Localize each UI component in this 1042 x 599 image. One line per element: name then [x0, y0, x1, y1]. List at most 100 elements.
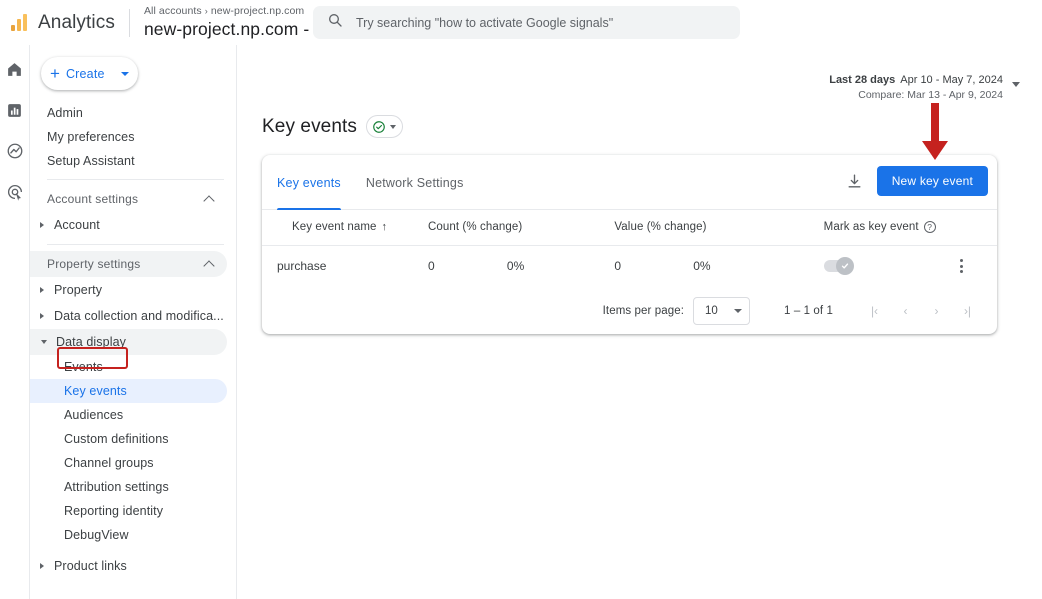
- sidebar-divider: [47, 179, 224, 180]
- sidebar-item-label: Audiences: [64, 408, 124, 422]
- cell-row-actions: [960, 245, 997, 287]
- sidebar-section-label: Account settings: [47, 192, 139, 206]
- brand-divider: [128, 8, 130, 37]
- sidebar-item-label: Attribution settings: [64, 480, 169, 494]
- column-label: Count (% change): [427, 221, 523, 234]
- first-page-button[interactable]: |‹: [859, 295, 890, 326]
- cell-value-change: 0%: [693, 259, 711, 274]
- cell-mark-as-key-event: [823, 245, 960, 287]
- top-bar: Analytics All accounts › new-project.np.co…: [0, 0, 1042, 45]
- page-header: Key events: [262, 115, 403, 138]
- sidebar-item-account[interactable]: Account: [30, 212, 227, 238]
- pagination: Items per page: 10 1 – 1 of 1 |‹ ‹ › ›|: [262, 287, 997, 334]
- breadcrumb-all-accounts[interactable]: All accounts: [144, 5, 202, 17]
- triangle-down-icon: [41, 340, 47, 344]
- toggle-knob: [835, 257, 854, 276]
- table-row[interactable]: purchase 0 0% 0 0%: [262, 245, 997, 287]
- items-per-page-label: Items per page:: [602, 304, 685, 317]
- sidebar-item-setup-assistant[interactable]: Setup Assistant: [30, 149, 236, 173]
- key-events-card: Key events Network Settings New key even…: [262, 155, 997, 334]
- analytics-logo: [0, 0, 38, 45]
- triangle-right-icon: [40, 563, 44, 569]
- plus-icon: +: [50, 64, 60, 83]
- date-range-selector[interactable]: Last 28 days Apr 10 - May 7, 2024 Compare…: [829, 73, 1020, 102]
- date-range-preset: Last 28 days: [829, 74, 896, 86]
- new-key-event-button[interactable]: New key event: [876, 166, 988, 196]
- download-icon[interactable]: [846, 173, 863, 190]
- date-range-text: Last 28 days Apr 10 - May 7, 2024 Compare…: [829, 73, 1003, 102]
- chevron-down-icon: [1012, 82, 1020, 87]
- sidebar-item-reporting-identity[interactable]: Reporting identity: [30, 499, 227, 523]
- column-label: Value (% change): [614, 221, 707, 234]
- create-button[interactable]: + Create: [41, 57, 138, 90]
- sidebar-item-data-collection[interactable]: Data collection and modifica...: [30, 303, 227, 329]
- mark-as-key-event-toggle[interactable]: [823, 257, 854, 276]
- sidebar-item-my-preferences[interactable]: My preferences: [30, 125, 236, 149]
- tab-label: Network Settings: [365, 175, 464, 190]
- sidebar-item-label: Account: [54, 218, 100, 232]
- sidebar-item-label: Events: [64, 360, 103, 374]
- sidebar-item-custom-definitions[interactable]: Custom definitions: [30, 427, 227, 451]
- tab-network-settings[interactable]: Network Settings: [366, 155, 464, 210]
- sidebar-section-account-settings[interactable]: Account settings: [30, 186, 227, 212]
- column-value[interactable]: Value (% change): [614, 210, 824, 246]
- sidebar-item-debugview[interactable]: DebugView: [30, 523, 227, 547]
- search-input[interactable]: [356, 15, 726, 30]
- page-title: Key events: [262, 115, 357, 137]
- items-per-page-value: 10: [705, 304, 718, 317]
- date-range-value: Apr 10 - May 7, 2024: [900, 74, 1003, 86]
- sidebar-item-events[interactable]: Events: [30, 355, 227, 379]
- check-circle-icon: [372, 120, 386, 134]
- sidebar-nav: Admin My preferences Setup Assistant Acc…: [30, 101, 236, 579]
- column-actions: [960, 210, 997, 246]
- table-header: Key event name ↑ Count (% change) Value …: [262, 210, 997, 246]
- column-label: Key event name: [292, 221, 377, 234]
- sidebar-item-product-links[interactable]: Product links: [30, 553, 227, 579]
- triangle-right-icon: [40, 313, 44, 319]
- sidebar-item-audiences[interactable]: Audiences: [30, 403, 227, 427]
- column-key-event-name[interactable]: Key event name ↑: [262, 210, 428, 246]
- triangle-right-icon: [40, 222, 44, 228]
- next-page-button[interactable]: ›: [921, 295, 952, 326]
- table-header-row: Key event name ↑ Count (% change) Value …: [262, 210, 997, 246]
- sidebar-item-label: Reporting identity: [64, 504, 164, 518]
- tab-key-events[interactable]: Key events: [277, 155, 341, 210]
- sidebar-item-key-events[interactable]: Key events: [30, 379, 227, 403]
- icon-rail: [0, 45, 30, 599]
- triangle-right-icon: [40, 287, 44, 293]
- sidebar-item-channel-groups[interactable]: Channel groups: [30, 451, 227, 475]
- card-actions: New key event: [846, 166, 988, 196]
- sidebar-item-attribution-settings[interactable]: Attribution settings: [30, 475, 227, 499]
- reports-icon[interactable]: [5, 100, 25, 120]
- sidebar-item-admin[interactable]: Admin: [30, 101, 236, 125]
- cell-key-event-name: purchase: [277, 259, 327, 274]
- sidebar-item-label: Data display: [56, 335, 126, 349]
- advertising-icon[interactable]: [5, 182, 25, 202]
- kebab-menu-icon[interactable]: [960, 259, 997, 274]
- home-icon[interactable]: [5, 59, 25, 79]
- date-range-compare: Compare: Mar 13 - Apr 9, 2024: [858, 89, 1003, 101]
- annotation-arrow: [920, 103, 950, 166]
- sidebar-divider: [47, 244, 224, 245]
- search-bar[interactable]: [313, 6, 740, 39]
- sidebar-item-label: My preferences: [47, 130, 135, 144]
- explore-icon[interactable]: [5, 141, 25, 161]
- chevron-up-icon: [203, 194, 215, 207]
- items-per-page-select[interactable]: 10: [693, 296, 751, 325]
- sidebar-item-property[interactable]: Property: [30, 277, 227, 303]
- date-range-primary: Last 28 days Apr 10 - May 7, 2024: [829, 73, 1003, 88]
- sidebar-section-property-settings[interactable]: Property settings: [30, 251, 227, 277]
- column-count[interactable]: Count (% change): [427, 210, 615, 246]
- sidebar-item-label: Channel groups: [64, 456, 154, 470]
- sidebar-item-data-display[interactable]: Data display: [30, 329, 227, 355]
- status-badge[interactable]: [366, 115, 403, 138]
- previous-page-button[interactable]: ‹: [890, 295, 921, 326]
- sidebar-item-label: DebugView: [64, 528, 129, 542]
- help-icon[interactable]: ?: [923, 221, 936, 234]
- column-label: Mark as key event: [823, 221, 919, 234]
- sidebar: + Create Admin My preferences Setup Assi…: [30, 45, 237, 599]
- sidebar-item-label: Data collection and modifica...: [54, 309, 224, 323]
- chevron-up-icon: [203, 259, 215, 272]
- last-page-button[interactable]: ›|: [952, 295, 983, 326]
- breadcrumb-property[interactable]: new-project.np.com: [211, 5, 304, 17]
